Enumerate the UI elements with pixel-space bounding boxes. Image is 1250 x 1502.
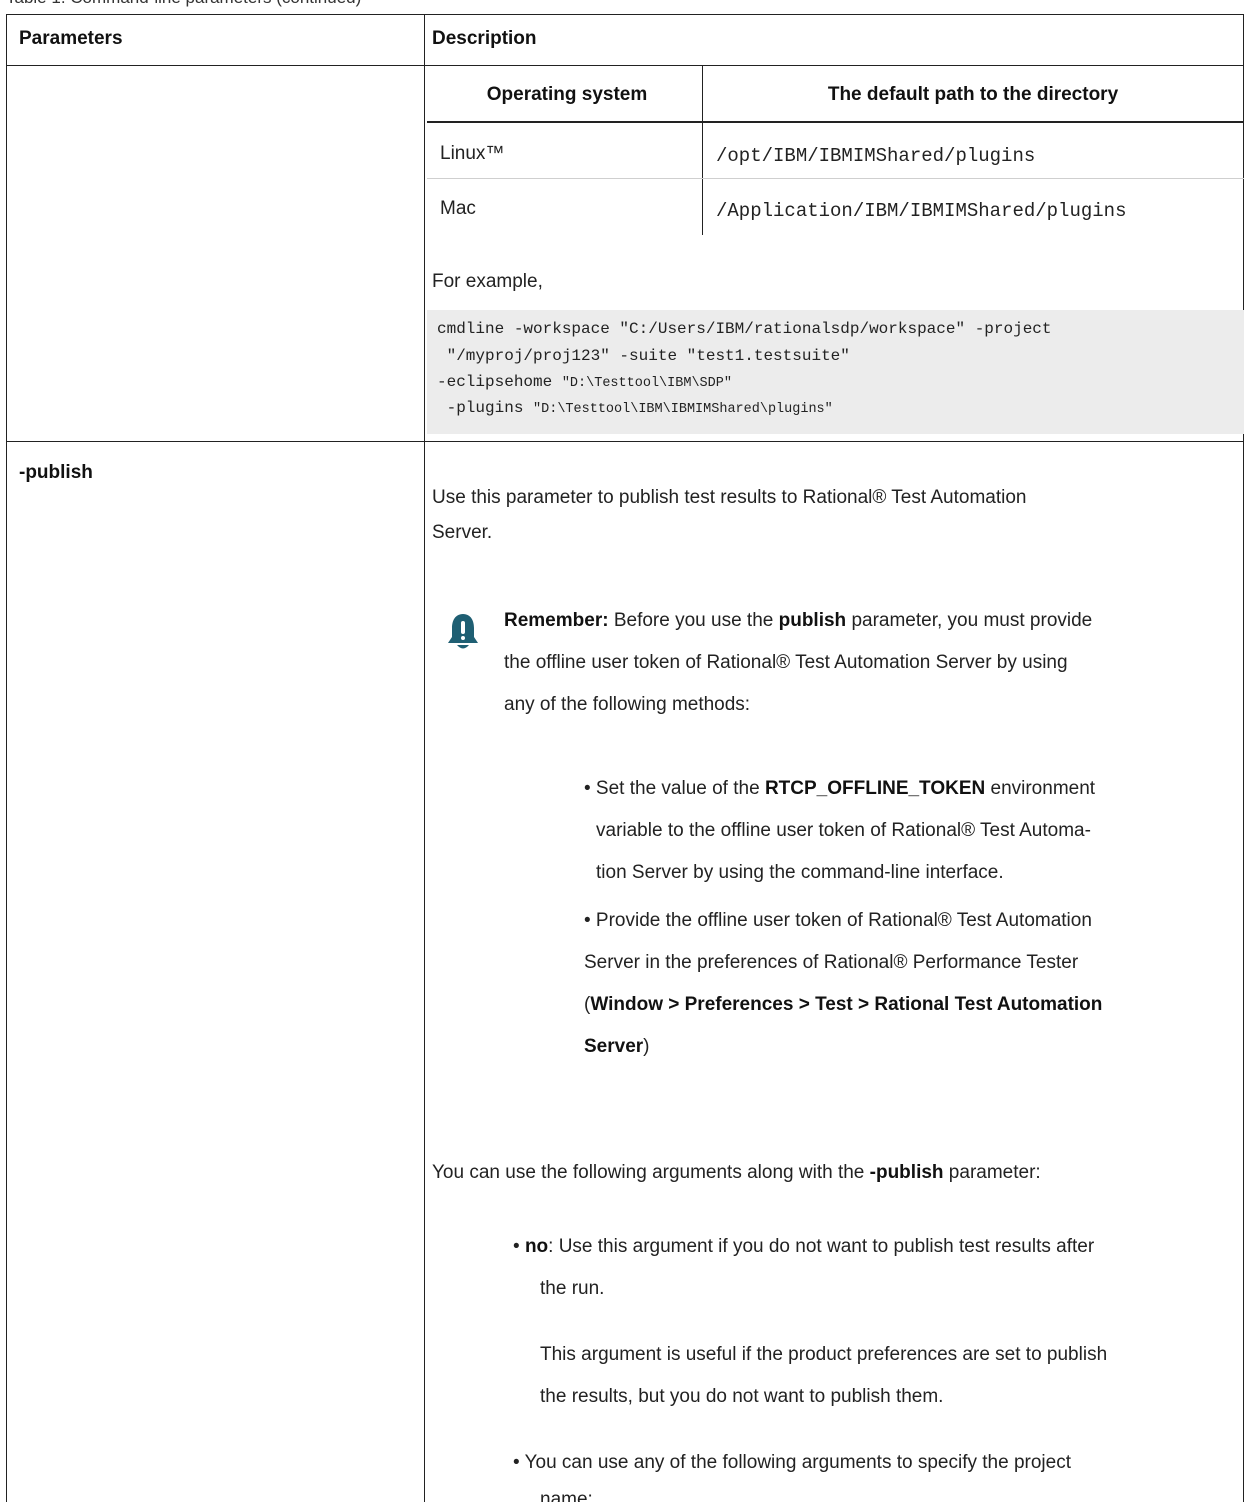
table-left-border xyxy=(6,14,7,1502)
arg-no-text: : Use this argument if you do not want t… xyxy=(548,1236,1095,1257)
os-row-border xyxy=(427,178,1244,179)
method-2-menu-path: Window > Preferences > Test > Rational T… xyxy=(590,994,1103,1015)
os-header-os: Operating system xyxy=(486,84,648,105)
row-separator xyxy=(6,441,1244,442)
table-header-border xyxy=(6,65,1244,66)
code-line-2: "/myproj/proj123" -suite "test1.testsuit… xyxy=(437,347,850,365)
method-2-line-3: (Window > Preferences > Test > Rational … xyxy=(584,987,1102,1022)
method-2-line-4: Server) xyxy=(584,1029,650,1064)
table-top-border xyxy=(6,14,1244,15)
for-example-label: For example, xyxy=(432,271,543,292)
arg-no-bullet: • xyxy=(513,1236,525,1257)
method-1-line-1: • Set the value of the RTCP_OFFLINE_TOKE… xyxy=(584,771,1095,806)
column-divider xyxy=(424,14,425,1502)
os-row-linux-path: /opt/IBM/IBMIMShared/plugins xyxy=(716,145,1036,167)
arg-no-note-line-2: the results, but you do not want to publ… xyxy=(540,1386,944,1407)
remember-text-a: Before you use the xyxy=(608,610,779,631)
args-intro-text-a: You can use the following arguments alon… xyxy=(432,1162,870,1183)
remember-line-2: the offline user token of Rational® Test… xyxy=(504,652,1068,673)
method-1-text-a: • Set the value of the xyxy=(584,778,765,799)
code-line-3-cmd: -eclipsehome xyxy=(437,373,562,391)
remember-line-3: any of the following methods: xyxy=(504,694,751,715)
code-line-1: cmdline -workspace "C:/Users/IBM/rationa… xyxy=(437,320,1052,338)
arg-project-line-2: name: xyxy=(540,1489,593,1502)
code-line-3: -eclipsehome "D:\Testtool\IBM\SDP" xyxy=(437,373,732,391)
table-caption-clipped: Table 1. Command-line parameters (contin… xyxy=(0,0,1250,10)
remember-text-c: parameter, you must provide xyxy=(846,610,1093,631)
os-header-path: The default path to the directory xyxy=(827,84,1119,105)
args-intro-publish: -publish xyxy=(869,1162,944,1183)
code-line-4-arg: "D:\Testtool\IBM\IBMIMShared\plugins" xyxy=(533,402,833,417)
remember-publish-keyword: publish xyxy=(778,610,847,631)
document-page: Table 1. Command-line parameters (contin… xyxy=(0,0,1250,1502)
publish-intro-line-1: Use this parameter to publish test resul… xyxy=(432,487,1027,508)
publish-intro-line-2: Server. xyxy=(432,522,493,543)
code-example: cmdline -workspace "C:/Users/IBM/rationa… xyxy=(427,310,1244,434)
os-row-mac-path: /Application/IBM/IBMIMShared/plugins xyxy=(716,200,1127,222)
arg-project-line-1: • You can use any of the following argum… xyxy=(513,1452,1071,1473)
method-2-paren-close: ) xyxy=(643,1036,650,1057)
remember-line-1: Remember: Before you use the publish par… xyxy=(504,603,1092,638)
code-line-4-cmd: -plugins xyxy=(437,399,534,417)
os-header-border xyxy=(427,121,1244,123)
arg-no-line-2: the run. xyxy=(540,1278,605,1299)
method-2-line-2: Server in the preferences of Rational® P… xyxy=(584,952,1079,973)
method-1-line-2: variable to the offline user token of Ra… xyxy=(596,820,1091,841)
arg-no-line-1: • no: Use this argument if you do not wa… xyxy=(513,1229,1094,1264)
remember-label: Remember: xyxy=(504,610,609,631)
method-1-env-var: RTCP_OFFLINE_TOKEN xyxy=(764,778,986,799)
param-publish: -publish xyxy=(19,462,93,483)
code-line-4: -plugins "D:\Testtool\IBM\IBMIMShared\pl… xyxy=(437,399,833,417)
arg-no-note-line-1: This argument is useful if the product p… xyxy=(540,1344,1108,1365)
bell-icon xyxy=(448,614,478,649)
os-row-linux-os: Linux™ xyxy=(440,143,505,164)
code-line-3-arg: "D:\Testtool\IBM\SDP" xyxy=(561,376,732,391)
args-intro: You can use the following arguments alon… xyxy=(432,1155,1041,1190)
method-1-line-3: tion Server by using the command-line in… xyxy=(596,862,1004,883)
os-row-mac-os: Mac xyxy=(440,198,476,219)
header-parameters: Parameters xyxy=(19,28,123,49)
method-2-menu-path-end: Server xyxy=(584,1036,644,1057)
arg-no-keyword: no xyxy=(524,1236,549,1257)
table-right-border xyxy=(1243,14,1244,1502)
method-2-line-1: • Provide the offline user token of Rati… xyxy=(584,910,1092,931)
method-1-text-c: environment xyxy=(985,778,1096,799)
table-caption: Table 1. Command-line parameters (contin… xyxy=(6,0,361,8)
args-intro-text-c: parameter: xyxy=(943,1162,1041,1183)
os-column-divider xyxy=(702,66,703,235)
header-description: Description xyxy=(432,28,537,49)
